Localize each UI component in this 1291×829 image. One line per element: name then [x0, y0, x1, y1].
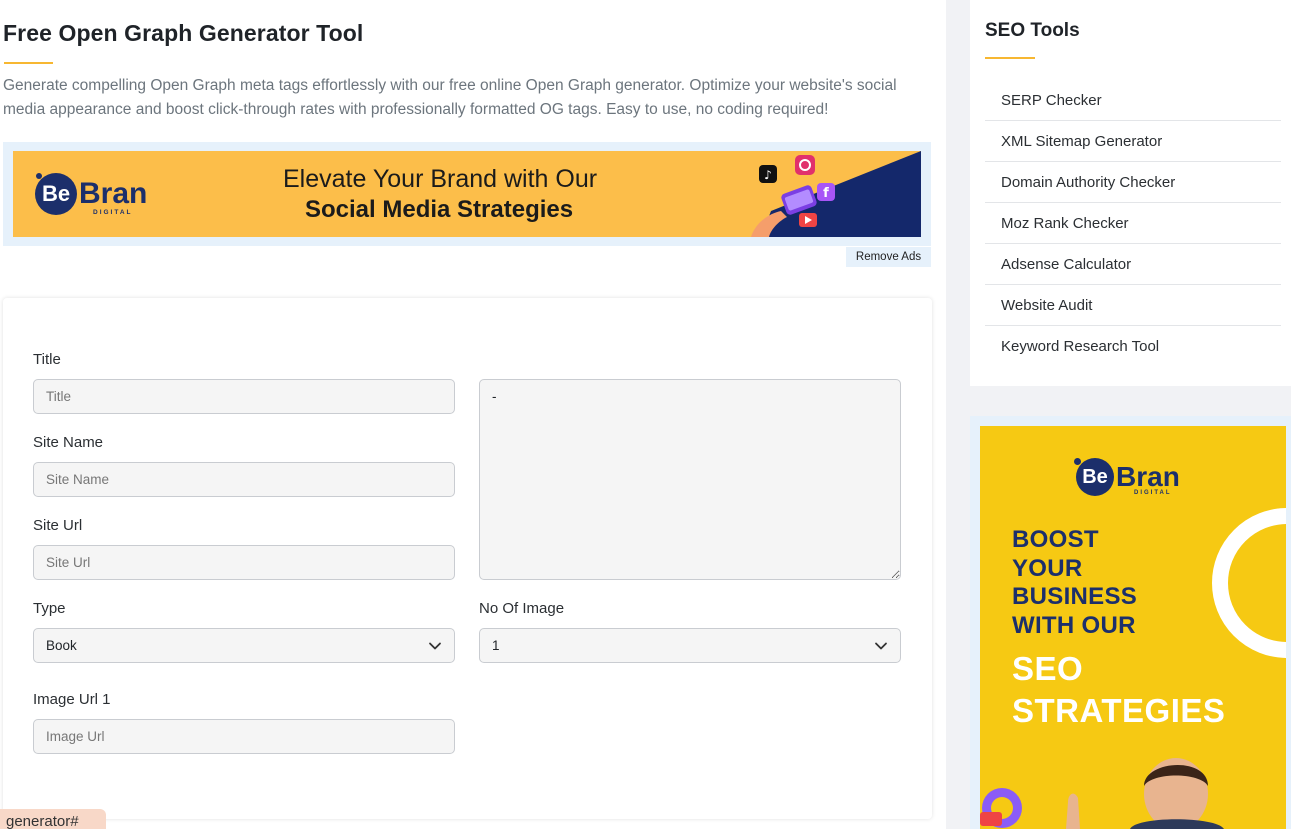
no-of-image-select[interactable]: 1: [479, 628, 901, 663]
no-of-image-label: No Of Image: [479, 600, 565, 617]
ad-boost-line: BUSINESS: [1012, 583, 1138, 610]
sidebar-item-adsense-calculator[interactable]: Adsense Calculator: [985, 244, 1281, 285]
type-select-value: Book: [46, 638, 77, 653]
sidebar-ad-logo: Be Bran DIGITAL: [1074, 458, 1180, 496]
sidebar-item-domain-authority-checker[interactable]: Domain Authority Checker: [985, 162, 1281, 203]
type-label: Type: [33, 600, 66, 617]
logo-bran: Bran: [1116, 461, 1180, 492]
sidebar-item-keyword-research-tool[interactable]: Keyword Research Tool: [985, 326, 1281, 367]
page-title: Free Open Graph Generator Tool: [3, 20, 364, 46]
decorative-ring: [1212, 508, 1286, 658]
logo-dot: [1074, 458, 1081, 465]
site-url-input[interactable]: [33, 545, 455, 580]
sidebar-item-serp-checker[interactable]: SERP Checker: [985, 80, 1281, 121]
site-name-input[interactable]: [33, 462, 455, 497]
banner-ad[interactable]: Be Bran DIGITAL Elevate Your Brand with …: [13, 151, 921, 237]
logo-be: Be: [35, 173, 77, 215]
remove-ads-link[interactable]: Remove Ads: [846, 247, 931, 267]
title-input[interactable]: [33, 379, 455, 414]
ad-boost-text: BOOST YOUR BUSINESS WITH OUR: [1012, 526, 1137, 640]
chevron-down-icon: [875, 642, 887, 649]
svg-text:f: f: [823, 186, 829, 201]
banner-ad-container: Be Bran DIGITAL Elevate Your Brand with …: [3, 142, 931, 246]
ad-seo-text: SEO STRATEGIES: [1012, 648, 1225, 732]
sidebar-title-underline: [985, 57, 1035, 59]
logo-be: Be: [1076, 458, 1114, 496]
logo-bran: Bran: [79, 177, 148, 210]
person-pointing-illustration-icon: [980, 758, 1224, 829]
seo-tools-sidebar: SEO Tools SERP Checker XML Sitemap Gener…: [970, 0, 1291, 386]
type-select[interactable]: Book: [33, 628, 455, 663]
no-of-image-select-value: 1: [492, 638, 500, 653]
title-label: Title: [33, 351, 61, 368]
og-output-textarea[interactable]: -: [479, 379, 901, 580]
banner-headline-1: Elevate Your Brand with Our: [283, 165, 598, 193]
logo-dot: [36, 173, 42, 179]
sidebar-ad-container: Be Bran DIGITAL BOOST YOUR BUSINESS WITH…: [970, 416, 1291, 829]
image-url-label: Image Url 1: [33, 691, 111, 708]
banner-logo: Be Bran DIGITAL: [35, 173, 148, 216]
og-generator-form: Title Site Name Site Url - Type Book No …: [3, 298, 932, 819]
sidebar-item-xml-sitemap-generator[interactable]: XML Sitemap Generator: [985, 121, 1281, 162]
site-name-label: Site Name: [33, 434, 104, 451]
title-underline: [4, 62, 53, 64]
ad-seo-line: SEO: [1012, 650, 1084, 687]
main-content: Free Open Graph Generator Tool Generate …: [0, 0, 946, 829]
chevron-down-icon: [429, 642, 441, 649]
svg-text:♪: ♪: [764, 168, 772, 182]
sidebar-title: SEO Tools: [985, 20, 1080, 41]
ad-boost-line: YOUR: [1012, 554, 1083, 582]
bottom-url-tag: generator#: [0, 809, 106, 829]
banner-headline-2: Social Media Strategies: [305, 196, 574, 223]
ad-boost-line: BOOST: [1012, 526, 1099, 553]
site-url-label: Site Url: [33, 517, 83, 534]
social-media-illustration-icon: ♪ f: [751, 151, 921, 237]
logo-digital: DIGITAL: [1134, 490, 1172, 496]
ad-boost-line: WITH OUR: [1012, 611, 1136, 639]
sidebar-item-moz-rank-checker[interactable]: Moz Rank Checker: [985, 203, 1281, 244]
sidebar-item-website-audit[interactable]: Website Audit: [985, 285, 1281, 326]
ad-seo-line: STRATEGIES: [1012, 692, 1226, 729]
sidebar-ad[interactable]: Be Bran DIGITAL BOOST YOUR BUSINESS WITH…: [980, 426, 1286, 829]
image-url-input[interactable]: [33, 719, 455, 754]
logo-digital: DIGITAL: [93, 209, 133, 216]
page-description: Generate compelling Open Graph meta tags…: [3, 77, 897, 118]
sidebar-list: SERP Checker XML Sitemap Generator Domai…: [985, 80, 1281, 367]
